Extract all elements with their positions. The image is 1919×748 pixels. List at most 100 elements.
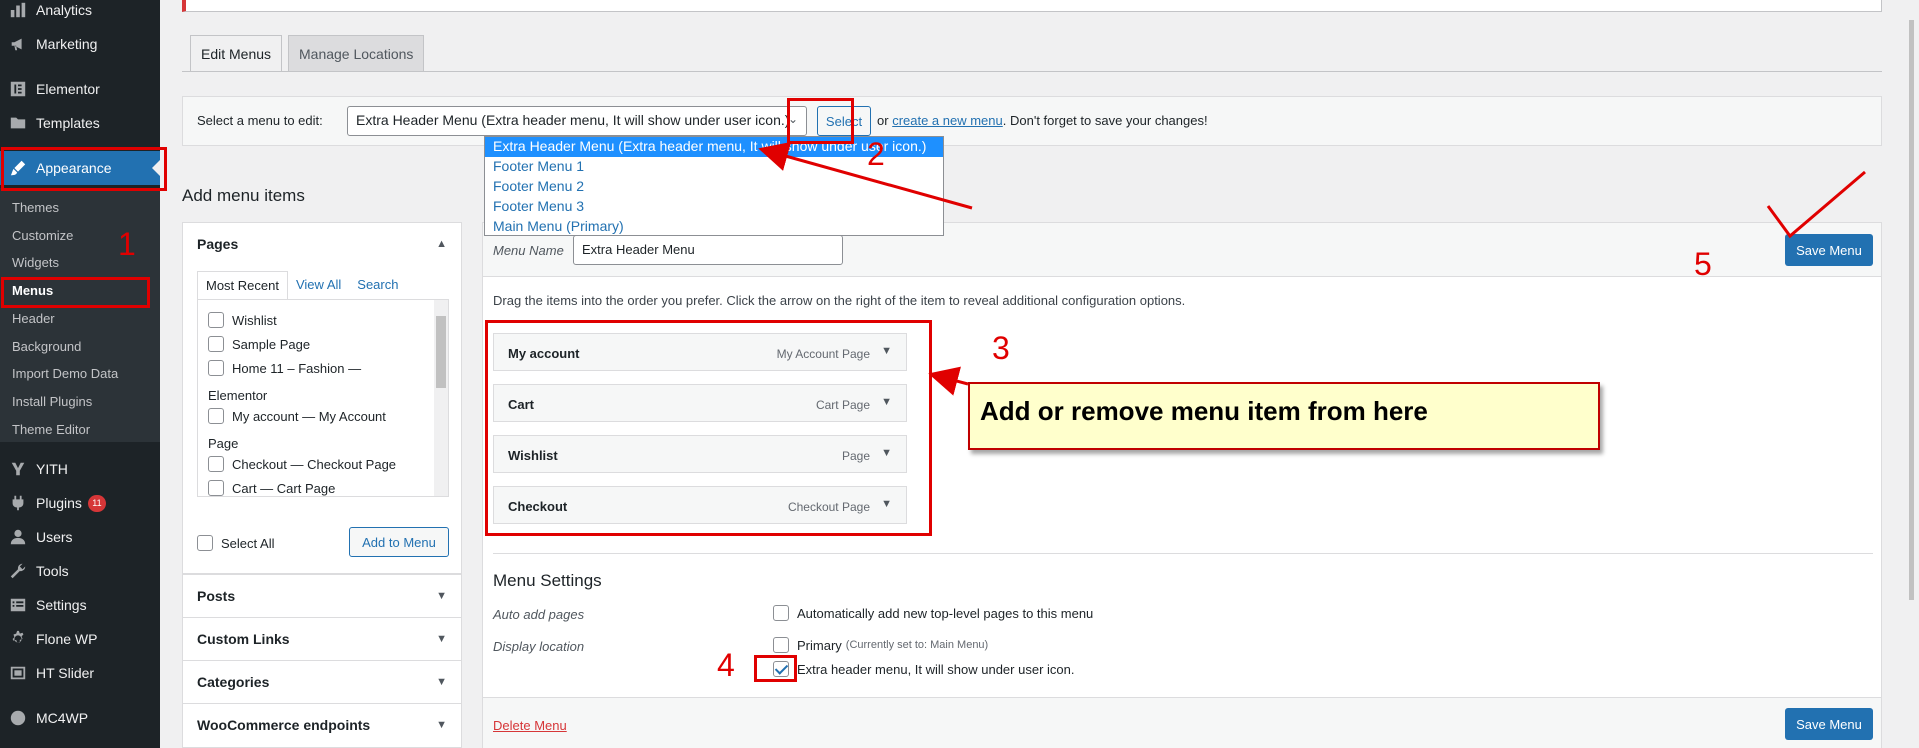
expand-arrow-icon[interactable]: ▼ <box>881 345 892 357</box>
slider-icon <box>0 664 36 682</box>
settings-divider <box>493 553 1873 554</box>
checkbox[interactable] <box>773 605 789 621</box>
add-items-panel: Pages ▲ Most Recent View All Search Wish… <box>182 222 462 748</box>
add-to-menu-button[interactable]: Add to Menu <box>349 527 449 557</box>
menu-name-label: Menu Name <box>493 243 564 258</box>
checkbox[interactable] <box>208 456 224 472</box>
sidebar-item-templates[interactable]: Templates <box>0 106 160 140</box>
chevron-down-icon: ⌄ <box>787 112 798 126</box>
annotation-number-3: 3 <box>992 330 1010 366</box>
display-location-label: Display location <box>493 639 585 654</box>
elementor-icon <box>0 80 36 98</box>
submenu-widgets[interactable]: Widgets <box>12 251 59 273</box>
select-button[interactable]: Select <box>817 106 871 136</box>
sidebar-item-mc4wp[interactable]: MC4WP <box>0 701 160 735</box>
menu-name-input[interactable]: Extra Header Menu <box>573 235 843 265</box>
menu-item-cart[interactable]: Cart Cart Page ▼ <box>493 384 907 422</box>
submenu-menus[interactable]: Menus <box>12 279 53 301</box>
posts-accordion[interactable]: Posts ▼ <box>182 574 462 618</box>
dropdown-option[interactable]: Main Menu (Primary) <box>485 217 943 237</box>
select-menu-label: Select a menu to edit: <box>197 113 323 128</box>
custom-links-accordion[interactable]: Custom Links ▼ <box>182 617 462 661</box>
admin-notice <box>182 0 1882 12</box>
submenu-header[interactable]: Header <box>12 307 55 329</box>
list-item[interactable]: Cart — Cart Page <box>208 480 335 496</box>
auto-add-option[interactable]: Automatically add new top-level pages to… <box>773 605 1093 621</box>
checkbox[interactable] <box>208 360 224 376</box>
sidebar-item-settings[interactable]: Settings <box>0 588 160 622</box>
dropdown-option[interactable]: Footer Menu 2 <box>485 177 943 197</box>
chevron-down-icon: ▼ <box>436 676 447 688</box>
checkbox[interactable] <box>208 312 224 328</box>
sidebar-item-elementor[interactable]: Elementor <box>0 72 160 106</box>
list-scrollbar[interactable] <box>434 300 448 496</box>
checkbox[interactable] <box>208 408 224 424</box>
woocommerce-endpoints-accordion[interactable]: WooCommerce endpoints ▼ <box>182 703 462 748</box>
tab-search[interactable]: Search <box>349 271 406 300</box>
appearance-submenu: Themes Customize Widgets Menus Header Ba… <box>0 188 160 442</box>
list-item[interactable]: Sample Page <box>208 336 310 352</box>
create-new-menu-link[interactable]: create a new menu <box>892 113 1003 128</box>
expand-arrow-icon[interactable]: ▼ <box>881 447 892 459</box>
sidebar-item-analytics[interactable]: Analytics <box>0 0 160 27</box>
annotation-number-5: 5 <box>1694 246 1712 282</box>
select-helper-text: or create a new menu. Don't forget to sa… <box>877 113 1208 128</box>
add-menu-items-title: Add menu items <box>182 186 305 205</box>
submenu-background[interactable]: Background <box>12 335 81 357</box>
expand-arrow-icon[interactable]: ▼ <box>881 498 892 510</box>
list-item[interactable]: My account — My Account <box>208 408 386 424</box>
menu-select-dropdown[interactable]: Extra Header Menu (Extra header menu, It… <box>347 106 807 136</box>
drag-instructions: Drag the items into the order you prefer… <box>493 293 1186 308</box>
tab-manage-locations[interactable]: Manage Locations <box>288 35 425 71</box>
checked-checkbox[interactable] <box>773 661 789 677</box>
checkbox[interactable] <box>197 535 213 551</box>
expand-arrow-icon[interactable]: ▼ <box>881 396 892 408</box>
sidebar-item-flone-wp[interactable]: Flone WP <box>0 622 160 656</box>
sidebar-item-users[interactable]: Users <box>0 520 160 554</box>
submenu-customize[interactable]: Customize <box>12 224 73 246</box>
sidebar-item-plugins[interactable]: Plugins 11 <box>0 486 160 520</box>
auto-add-label: Auto add pages <box>493 607 585 622</box>
list-item[interactable]: Checkout — Checkout Page <box>208 456 396 472</box>
submenu-themes[interactable]: Themes <box>12 196 59 218</box>
menu-settings-title: Menu Settings <box>493 571 602 590</box>
sidebar-item-marketing[interactable]: Marketing <box>0 27 160 61</box>
select-all-checkbox[interactable]: Select All <box>197 535 274 551</box>
folder-icon <box>0 114 36 132</box>
menu-item-checkout[interactable]: Checkout Checkout Page ▼ <box>493 486 907 524</box>
checkbox[interactable] <box>208 336 224 352</box>
submenu-theme-editor[interactable]: Theme Editor <box>12 418 90 440</box>
annotation-callout: Add or remove menu item from here <box>968 382 1600 450</box>
save-menu-button-bottom[interactable]: Save Menu <box>1785 708 1873 740</box>
submenu-import-demo-data[interactable]: Import Demo Data <box>12 362 118 384</box>
categories-accordion[interactable]: Categories ▼ <box>182 660 462 704</box>
tab-edit-menus[interactable]: Edit Menus <box>190 35 283 71</box>
list-item[interactable]: Home 11 – Fashion — <box>208 360 361 376</box>
menu-item-wishlist[interactable]: Wishlist Page ▼ <box>493 435 907 473</box>
save-menu-button[interactable]: Save Menu <box>1785 234 1873 266</box>
list-item[interactable]: Wishlist <box>208 312 277 328</box>
delete-menu-link[interactable]: Delete Menu <box>493 718 567 733</box>
tab-most-recent[interactable]: Most Recent <box>197 271 288 300</box>
sidebar-item-ht-slider[interactable]: HT Slider <box>0 656 160 690</box>
chevron-down-icon: ▼ <box>436 633 447 645</box>
checkbox[interactable] <box>208 480 224 496</box>
scroll-thumb[interactable] <box>436 316 446 388</box>
window-scrollbar[interactable] <box>1904 0 1919 748</box>
sidebar-item-appearance[interactable]: Appearance <box>0 151 160 185</box>
tab-view-all[interactable]: View All <box>288 271 349 300</box>
sidebar-item-tools[interactable]: Tools <box>0 554 160 588</box>
sidebar-item-yith[interactable]: YITH <box>0 452 160 486</box>
pages-accordion-header[interactable]: Pages ▲ <box>183 223 461 265</box>
primary-location-option[interactable]: Primary (Currently set to: Main Menu) <box>773 637 988 653</box>
dropdown-option[interactable]: Footer Menu 3 <box>485 197 943 217</box>
menu-item-my-account[interactable]: My account My Account Page ▼ <box>493 333 907 371</box>
submenu-install-plugins[interactable]: Install Plugins <box>12 390 92 412</box>
annotation-number-2: 2 <box>867 136 885 172</box>
checkbox[interactable] <box>773 637 789 653</box>
tab-divider <box>182 71 1882 72</box>
annotation-number-4: 4 <box>717 647 735 683</box>
extra-header-location-option[interactable]: Extra header menu, It will show under us… <box>773 661 1074 677</box>
plugins-update-badge: 11 <box>87 494 106 512</box>
chevron-down-icon: ▼ <box>436 590 447 602</box>
